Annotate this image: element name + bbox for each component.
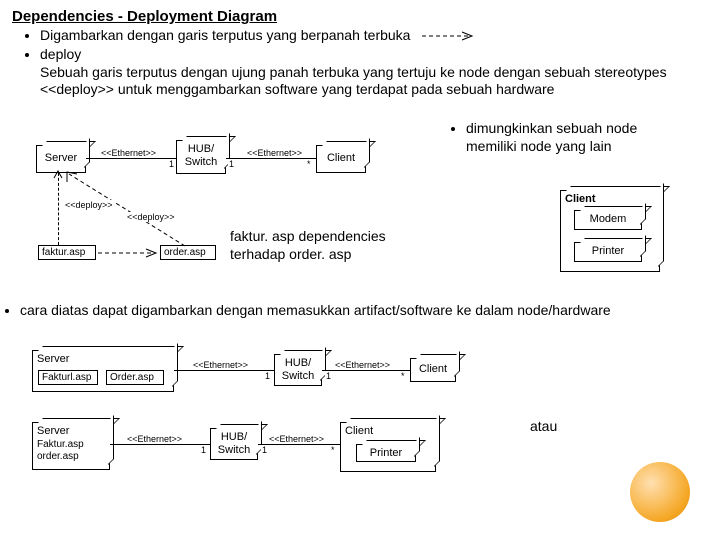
nested-modem: Modem — [574, 210, 642, 230]
bullet-3-block: dimungkinkan sebuah node memiliki node y… — [446, 118, 686, 156]
d3a-m1: 1 — [264, 371, 271, 381]
d3b-faktur: Faktur.asp — [37, 439, 84, 450]
d3b-server-label: Server — [37, 425, 69, 437]
d3a-eth2: <<Ethernet>> — [334, 360, 391, 370]
nested-printer: Printer — [574, 242, 642, 262]
arrow-icon — [420, 28, 480, 46]
d3a-hub: HUB/ Switch — [274, 354, 322, 386]
d3a-order: Order.asp — [106, 370, 164, 385]
deploy-label-2: <<deploy>> — [126, 212, 176, 222]
d3b-eth2: <<Ethernet>> — [268, 434, 325, 444]
d3b-m3: * — [330, 445, 336, 455]
d3a-m2: 1 — [325, 371, 332, 381]
d3a-m3: * — [400, 371, 406, 381]
page-title: Dependencies - Deployment Diagram — [12, 8, 708, 25]
d3a-client: Client — [410, 358, 456, 382]
decorative-circle-icon — [630, 462, 690, 522]
d3b-m1: 1 — [200, 445, 207, 455]
d3b-l2 — [258, 444, 340, 445]
bullet-2-text: Sebuah garis terputus dengan ujung panah… — [40, 64, 667, 98]
assoc-server-hub — [86, 158, 176, 159]
bullet-bottom: cara diatas dapat digambarkan dengan mem… — [20, 302, 680, 320]
d3b-eth1: <<Ethernet>> — [126, 434, 183, 444]
mult-1b: 1 — [228, 159, 235, 169]
atau-label: atau — [530, 418, 557, 436]
d3b-hub: HUB/ Switch — [210, 428, 258, 460]
d3a-fakturl: Fakturl.asp — [38, 370, 98, 385]
eth-label-1: <<Ethernet>> — [100, 148, 157, 158]
bullet-3-text: dimungkinkan sebuah node memiliki node y… — [466, 120, 686, 155]
d3b-printer: Printer — [356, 444, 416, 462]
diagram-artifact-text: Server Faktur.asp order.asp HUB/ Switch … — [32, 422, 482, 490]
d3b-server: Server Faktur.asp order.asp — [32, 422, 110, 470]
bullet-list: Digambarkan dengan garis terputus yang b… — [12, 27, 708, 99]
deploy-label-1: <<deploy>> — [64, 200, 114, 210]
bullet-1-text: Digambarkan dengan garis terputus yang b… — [40, 27, 410, 43]
d3b-l1 — [110, 444, 210, 445]
dependency-line — [96, 248, 162, 258]
deploy-line-faktur — [58, 173, 59, 245]
d3b-order: order.asp — [37, 451, 79, 462]
diagram-nested-client: Client Modem Printer — [560, 190, 670, 280]
eth-label-2: <<Ethernet>> — [246, 148, 303, 158]
bullet-1: Digambarkan dengan garis terputus yang b… — [40, 27, 708, 45]
bullet-2-label: deploy — [40, 46, 81, 62]
d3a-l1 — [174, 370, 274, 371]
node-client: Client — [316, 145, 366, 173]
d3a-eth1: <<Ethernet>> — [192, 360, 249, 370]
mult-star: * — [306, 159, 312, 169]
d3b-m2: 1 — [261, 445, 268, 455]
d3a-l2 — [322, 370, 410, 371]
bullet-2: deploy Sebuah garis terputus dengan ujun… — [40, 46, 708, 99]
dependency-caption: faktur. asp dependencies terhadap order.… — [230, 228, 440, 263]
assoc-hub-client — [226, 158, 316, 159]
diagram-artifact-in-node: Server Fakturl.asp Order.asp HUB/ Switch… — [32, 350, 462, 410]
